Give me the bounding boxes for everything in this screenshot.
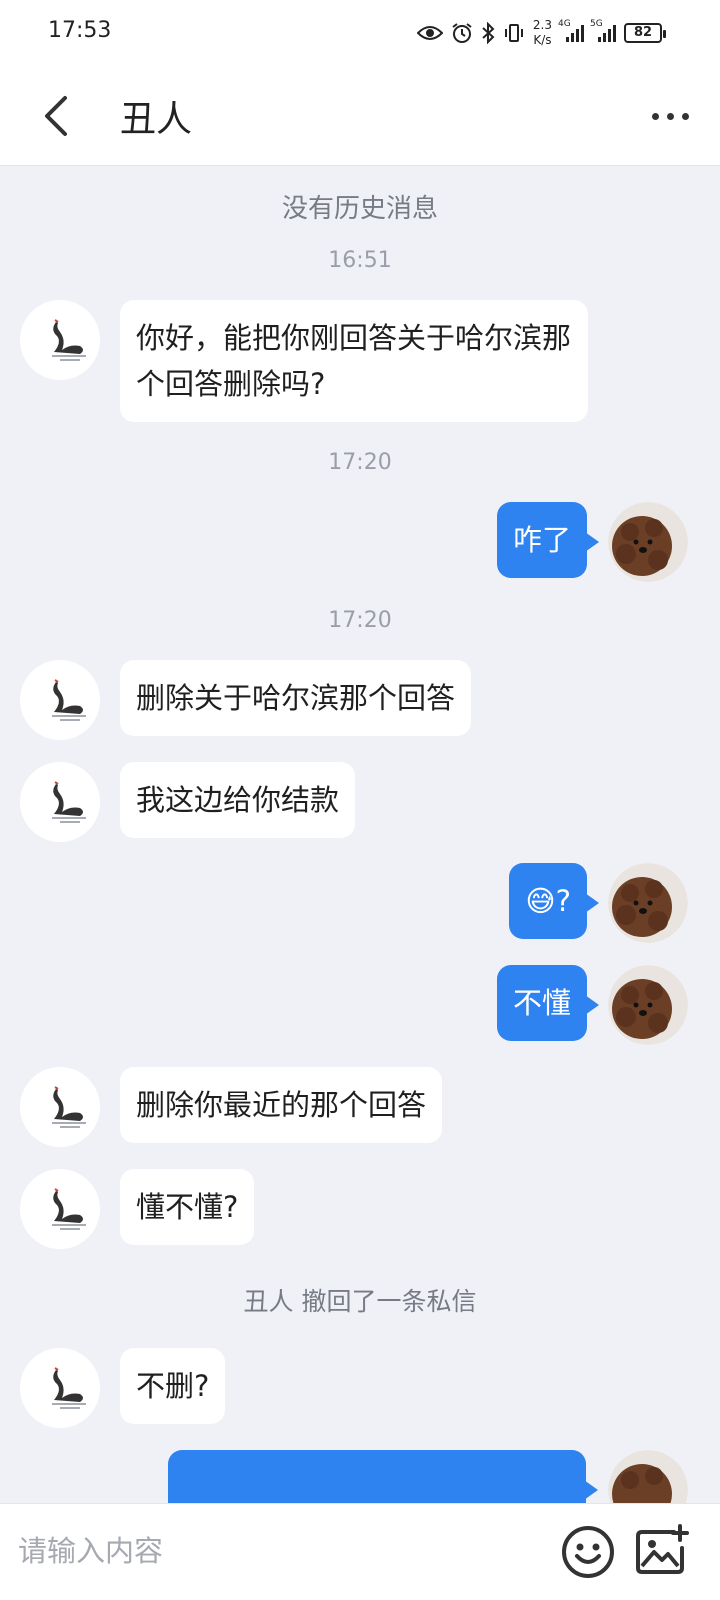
network-speed: 2.3 K/s — [533, 18, 552, 48]
more-horizontal-icon — [651, 112, 659, 120]
contact-avatar[interactable] — [20, 300, 100, 380]
no-history-notice: 没有历史消息 — [281, 194, 438, 224]
network-speed-unit: K/s — [533, 33, 552, 47]
message-input[interactable] — [18, 1526, 518, 1576]
message-bubble-incoming[interactable]: 不删? — [120, 1348, 226, 1424]
recall-notice: 丑人 撤回了一条私信 — [243, 1287, 477, 1316]
message-bubble-incoming[interactable]: 删除关于哈尔滨那个回答 — [120, 660, 472, 736]
eye-icon — [416, 24, 443, 42]
alarm-icon — [451, 22, 473, 44]
message-bubble-incoming[interactable]: 懂不懂? — [120, 1169, 255, 1245]
battery-icon: 82 — [624, 23, 666, 43]
contact-avatar[interactable] — [20, 762, 100, 842]
contact-avatar[interactable] — [20, 1348, 100, 1428]
more-button[interactable] — [640, 92, 700, 140]
message-bubble-incoming[interactable]: 删除你最近的那个回答 — [120, 1067, 443, 1143]
status-icons: 2.3 K/s 4G 5G 82 — [416, 16, 666, 50]
contact-avatar[interactable] — [20, 660, 100, 740]
timestamp: 17:20 — [328, 608, 392, 633]
my-avatar[interactable] — [608, 1450, 688, 1503]
page-title: 丑人 — [120, 99, 193, 140]
emoji-button[interactable] — [560, 1524, 616, 1580]
message-bubble-outgoing[interactable]: 😅? — [509, 863, 599, 939]
network-speed-value: 2.3 — [532, 18, 552, 32]
timestamp: 16:51 — [328, 248, 392, 273]
my-avatar[interactable] — [608, 863, 688, 943]
my-avatar[interactable] — [608, 502, 688, 582]
chevron-left-icon — [45, 96, 67, 136]
message-input-bar — [0, 1503, 720, 1600]
add-image-button[interactable] — [632, 1522, 692, 1582]
signal-5g-label: 5G — [590, 19, 603, 29]
message-bubble-incoming[interactable]: 我这边给你结款 — [120, 762, 356, 838]
message-bubble-outgoing[interactable]: 不懂 — [496, 965, 600, 1041]
contact-avatar[interactable] — [20, 1067, 100, 1147]
bluetooth-icon — [481, 22, 495, 44]
back-button[interactable] — [34, 88, 78, 144]
chat-list[interactable]: 没有历史消息 16:51 你好，能把你刚回答关于哈尔滨那个回答删除吗? 17:2… — [0, 166, 720, 1503]
chat-header: 丑人 — [0, 68, 720, 166]
signal-4g-icon: 4G — [558, 19, 584, 43]
contact-avatar[interactable] — [20, 1169, 100, 1249]
message-bubble-outgoing[interactable]: 咋了 — [496, 502, 600, 578]
message-bubble-outgoing-partial[interactable] — [168, 1450, 598, 1503]
timestamp: 17:20 — [328, 450, 392, 475]
vibrate-icon — [503, 22, 525, 44]
smiley-icon — [562, 1526, 614, 1578]
signal-4g-label: 4G — [558, 19, 571, 29]
add-image-icon — [636, 1524, 689, 1574]
message-bubble-incoming[interactable]: 你好，能把你刚回答关于哈尔滨那个回答删除吗? — [120, 300, 588, 422]
signal-5g-icon: 5G — [590, 19, 616, 43]
status-time: 17:53 — [48, 18, 112, 43]
status-bar: 17:53 2.3 K/s 4G 5G 82 — [0, 0, 720, 68]
my-avatar[interactable] — [608, 965, 688, 1045]
